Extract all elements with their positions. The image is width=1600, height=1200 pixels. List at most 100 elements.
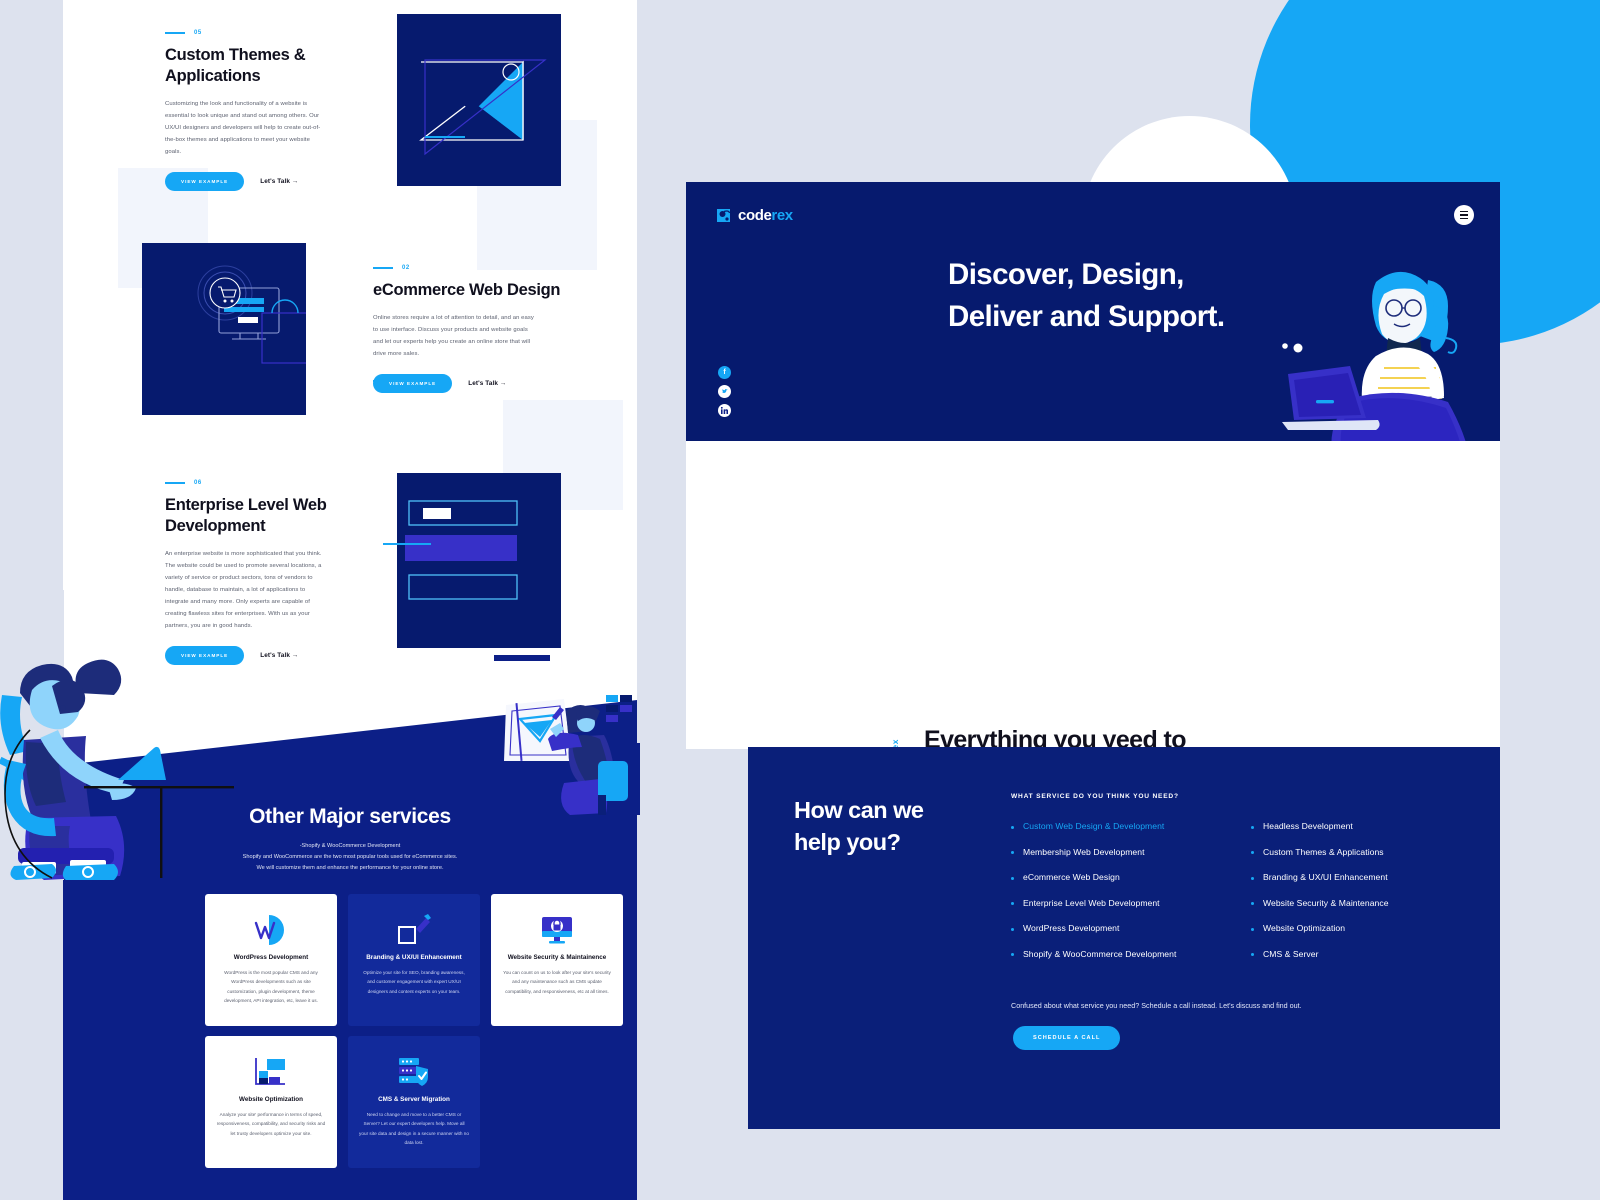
bullet-icon bbox=[1251, 927, 1254, 931]
section-body: Online stores require a lot of attention… bbox=[373, 314, 534, 358]
card-title: Website Optimization bbox=[239, 1096, 303, 1103]
artwork-accent-line-1 bbox=[425, 136, 465, 138]
card-title: CMS & Server Migration bbox=[378, 1096, 450, 1103]
section-actions: VIEW EXAMPLE Let's Talk → bbox=[165, 172, 385, 192]
card-website-optimization[interactable]: Website Optimization Analyze your site' … bbox=[205, 1036, 337, 1168]
right-page-mockup: coderex Discover, Design, Deliver and Su… bbox=[686, 182, 1500, 1129]
service-option-custom-themes-applications[interactable]: Custom Themes & Applications bbox=[1251, 847, 1491, 873]
lets-talk-link[interactable]: Let's Talk → bbox=[260, 178, 298, 185]
service-option-label: Shopify & WooCommerce Development bbox=[1023, 948, 1177, 959]
service-option-label: Enterprise Level Web Development bbox=[1023, 897, 1160, 908]
bullet-icon bbox=[1011, 825, 1014, 829]
service-options-list: Custom Web Design & Development Headless… bbox=[1011, 821, 1491, 974]
service-option-label: Website Security & Maintenance bbox=[1263, 897, 1389, 908]
section-dash bbox=[165, 32, 185, 34]
service-option-website-security-maintenance[interactable]: Website Security & Maintenance bbox=[1251, 898, 1491, 924]
card-wordpress-development[interactable]: WordPress Development WordPress is the m… bbox=[205, 894, 337, 1026]
branding-pen-icon bbox=[394, 910, 434, 950]
bullet-icon bbox=[1251, 902, 1254, 905]
hamburger-menu-icon[interactable] bbox=[1454, 205, 1474, 225]
card-cms-server-migration[interactable]: CMS & Server Migration Need to change an… bbox=[348, 1036, 480, 1168]
bullet-icon bbox=[1011, 927, 1014, 931]
lets-talk-link[interactable]: Let's Talk → bbox=[260, 652, 298, 659]
card-title: WordPress Development bbox=[233, 954, 309, 961]
service-option-label: eCommerce Web Design bbox=[1023, 872, 1120, 882]
server-shield-icon bbox=[394, 1052, 434, 1092]
service-option-shopify-woocommerce-development[interactable]: Shopify & WooCommerce Development bbox=[1011, 949, 1251, 975]
card-text: WordPress is the most popular CMS and an… bbox=[224, 970, 318, 1004]
section-number: 06 bbox=[194, 480, 202, 486]
help-heading: How can we help you? bbox=[794, 795, 1004, 859]
section-custom-themes: 05 Custom Themes & Applications Customiz… bbox=[165, 30, 385, 192]
mid-section: Coderex Everything you yeed to bolster y… bbox=[686, 441, 1500, 948]
service-cards-grid: WordPress Development WordPress is the m… bbox=[205, 894, 623, 1168]
bullet-icon bbox=[1011, 851, 1014, 854]
section-dash bbox=[373, 267, 393, 269]
section-title: Custom Themes & Applications bbox=[165, 46, 306, 85]
view-example-button[interactable]: VIEW EXAMPLE bbox=[373, 374, 453, 394]
section-actions: VIEW EXAMPLE Let's Talk → bbox=[373, 374, 593, 394]
artwork-outline-triangle bbox=[424, 59, 547, 156]
section-meta: 05 bbox=[165, 30, 385, 36]
illustration-man-at-desk bbox=[0, 590, 234, 880]
card-text: Analyze your site' performance in terms … bbox=[216, 1112, 326, 1136]
chart-optimization-icon bbox=[251, 1052, 291, 1092]
bullet-icon bbox=[1011, 876, 1014, 880]
section-dash bbox=[165, 482, 185, 484]
bullet-icon bbox=[1251, 825, 1254, 829]
card-title: Website Security & Maintainence bbox=[507, 954, 607, 961]
card-branding-ux-ui[interactable]: Branding & UX/UI Enhancement Optimize yo… bbox=[348, 894, 480, 1026]
illustration-designer-at-table bbox=[494, 655, 640, 815]
schedule-a-call-button[interactable]: SCHEDULE A CALL bbox=[1013, 1026, 1121, 1050]
bullet-icon bbox=[1011, 902, 1014, 905]
help-section: How can we help you? WHAT SERVICE DO YOU… bbox=[748, 747, 1500, 1129]
card-text: Need to change and move to a better CMS … bbox=[359, 1112, 469, 1146]
service-option-label: Custom Web Design & Development bbox=[1023, 821, 1165, 831]
service-option-branding-ux-ui-enhancement[interactable]: Branding & UX/UI Enhancement bbox=[1251, 872, 1491, 898]
lets-talk-link[interactable]: Let's Talk → bbox=[468, 380, 506, 387]
bullet-icon bbox=[1251, 953, 1254, 956]
card-text: Optimize your site for SEO, branding awa… bbox=[363, 970, 465, 994]
section-number: 02 bbox=[402, 265, 410, 271]
logo[interactable]: coderex bbox=[716, 207, 793, 224]
service-option-wordpress-development[interactable]: WordPress Development bbox=[1011, 923, 1251, 949]
facebook-icon[interactable]: f bbox=[718, 366, 731, 379]
card-title: Branding & UX/UI Enhancement bbox=[366, 954, 462, 961]
screenshot-stage: 05 Custom Themes & Applications Customiz… bbox=[0, 0, 1600, 1200]
logo-text-part2: rex bbox=[771, 207, 793, 224]
section-title: Enterprise Level Web Development bbox=[165, 496, 327, 535]
section-number: 05 bbox=[194, 30, 202, 36]
service-option-enterprise-level-web-development[interactable]: Enterprise Level Web Development bbox=[1011, 898, 1251, 924]
section-meta: 02 bbox=[373, 265, 593, 271]
service-option-headless-development[interactable]: Headless Development bbox=[1251, 821, 1491, 847]
linkedin-icon[interactable] bbox=[718, 404, 731, 417]
service-option-cms-server[interactable]: CMS & Server bbox=[1251, 949, 1491, 975]
service-option-label: Membership Web Development bbox=[1023, 846, 1145, 857]
service-option-label: Headless Development bbox=[1263, 821, 1353, 831]
security-monitor-lock-icon bbox=[537, 910, 577, 950]
service-option-ecommerce-web-design[interactable]: eCommerce Web Design bbox=[1011, 872, 1251, 898]
service-option-website-optimization[interactable]: Website Optimization bbox=[1251, 923, 1491, 949]
service-option-custom-web-design[interactable]: Custom Web Design & Development bbox=[1011, 821, 1251, 847]
help-heading-line-1: How can we bbox=[794, 797, 924, 823]
logo-text: coderex bbox=[738, 207, 793, 224]
service-option-label: WordPress Development bbox=[1023, 923, 1120, 933]
section-title: eCommerce Web Design bbox=[373, 281, 561, 299]
service-option-label: Branding & UX/UI Enhancement bbox=[1263, 872, 1388, 882]
twitter-icon[interactable] bbox=[718, 385, 731, 398]
service-option-label: Website Optimization bbox=[1263, 923, 1346, 933]
service-option-label: Custom Themes & Applications bbox=[1263, 846, 1384, 857]
artwork-enterprise bbox=[397, 473, 561, 648]
card-website-security[interactable]: Website Security & Maintainence You can … bbox=[491, 894, 623, 1026]
view-example-button[interactable]: VIEW EXAMPLE bbox=[165, 172, 245, 192]
illustration-woman-with-laptop bbox=[1282, 271, 1483, 467]
social-links: f bbox=[718, 366, 731, 417]
help-question-label: WHAT SERVICE DO YOU THINK YOU NEED? bbox=[1011, 793, 1179, 800]
card-text: You can count on us to look after your s… bbox=[503, 970, 611, 994]
service-option-membership-web-development[interactable]: Membership Web Development bbox=[1011, 847, 1251, 873]
logo-text-part1: code bbox=[738, 207, 772, 224]
bullet-icon bbox=[1251, 876, 1254, 880]
section-ecommerce: 02 eCommerce Web Design Online stores re… bbox=[373, 265, 593, 394]
help-heading-line-2: help you? bbox=[794, 828, 901, 855]
bullet-icon bbox=[1011, 953, 1014, 956]
